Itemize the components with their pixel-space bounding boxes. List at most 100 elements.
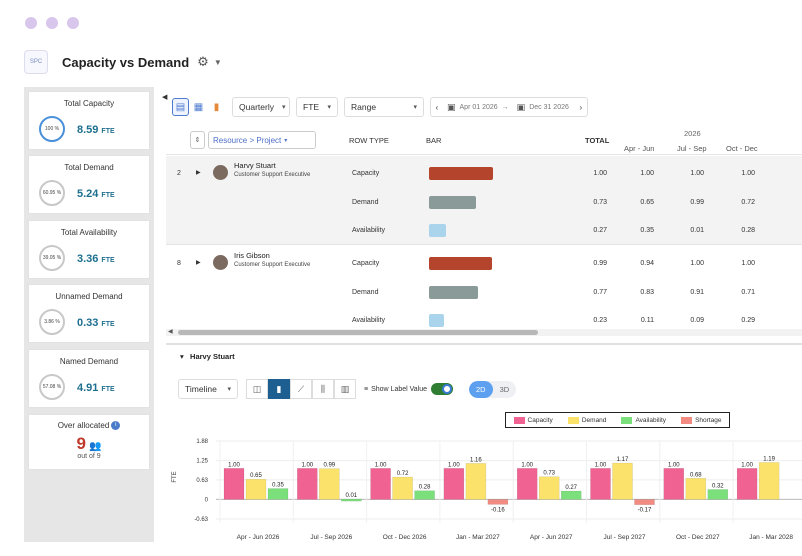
chevron-down-icon[interactable]: ▼ bbox=[214, 58, 222, 67]
gear-icon[interactable]: ⚙ bbox=[197, 54, 209, 70]
row-period-value: 0.65 bbox=[640, 199, 654, 206]
view-select[interactable]: Timeline ▾ bbox=[178, 379, 238, 399]
data-label: 0.99 bbox=[323, 463, 335, 469]
grid-view-icon[interactable]: ▦ bbox=[190, 98, 207, 116]
chart-bar bbox=[736, 468, 758, 500]
chart-bar bbox=[685, 478, 707, 500]
window-dot-minimize[interactable] bbox=[46, 17, 58, 29]
calendar-icon: ▣ bbox=[516, 101, 526, 112]
row-total: 0.99 bbox=[593, 260, 607, 267]
data-label: 1.00 bbox=[668, 462, 680, 468]
row-period-value: 0.35 bbox=[640, 227, 654, 234]
x-tick-label: Apr - Jun 2026 bbox=[237, 534, 280, 541]
table-row[interactable]: Demand 0.77 0.83 0.91 0.71 bbox=[166, 286, 802, 300]
data-label: 1.00 bbox=[741, 462, 753, 468]
scrollbar-thumb[interactable] bbox=[178, 330, 538, 335]
legend-item[interactable]: Availability bbox=[621, 416, 666, 424]
grid-toolbar: ▤ ▦ ▮ Quarterly ▾ FTE ▾ Range ▾ ‹ ▣ Apr 01 … bbox=[172, 96, 588, 118]
info-icon[interactable]: i bbox=[111, 421, 121, 431]
data-label: 0.65 bbox=[250, 473, 262, 479]
row-type: Capacity bbox=[352, 170, 380, 177]
x-tick-label: Jan - Mar 2027 bbox=[456, 534, 500, 541]
timeline-bar-chart: FTE 1.88 1.25 0.63 0 -0.63 1.00 0.65 0.35 Apr - J… bbox=[172, 439, 802, 541]
legend-item[interactable]: Capacity bbox=[513, 416, 553, 424]
date-from[interactable]: Apr 01 2026 bbox=[460, 104, 498, 111]
x-tick-label: Jan - Mar 2028 bbox=[749, 534, 793, 541]
chevron-right-icon[interactable]: › bbox=[575, 103, 587, 112]
metric-label: Total Capacity bbox=[63, 99, 115, 108]
resource-group: 2 ▶ Harvy Stuart Customer Support Execut… bbox=[166, 156, 802, 245]
area-chart-icon[interactable]: ◫ bbox=[246, 379, 268, 399]
table-row[interactable]: Capacity 0.99 0.94 1.00 1.00 bbox=[166, 257, 802, 271]
metric-value: 4.91 FTE bbox=[77, 382, 115, 394]
metric-value: 3.36 FTE bbox=[77, 253, 115, 265]
chart-legend: Capacity Demand Availability Shortage bbox=[505, 412, 730, 428]
combo-chart-icon[interactable]: ⫼ bbox=[312, 379, 334, 399]
horizontal-scrollbar[interactable]: ◀ bbox=[166, 329, 802, 336]
page-title: Capacity vs Demand bbox=[62, 54, 190, 70]
period-select[interactable]: Quarterly ▾ bbox=[232, 97, 290, 117]
unit-select[interactable]: FTE ▾ bbox=[296, 97, 338, 117]
bar-chart-icon[interactable]: ▮ bbox=[268, 379, 290, 399]
range-select[interactable]: Range ▾ bbox=[344, 97, 424, 117]
scroll-left-icon: ◀ bbox=[168, 329, 173, 335]
row-period-value: 1.00 bbox=[640, 170, 654, 177]
legend-item[interactable]: Demand bbox=[567, 416, 606, 424]
show-label-toggle[interactable]: ≡ Show Label Value bbox=[364, 383, 454, 395]
y-tick-label: 0.63 bbox=[196, 478, 208, 484]
detail-title[interactable]: ▾ Harvy Stuart bbox=[180, 352, 235, 361]
row-period-value: 1.00 bbox=[690, 260, 704, 267]
grid-header: ⇕ Resource > Project ▾ ROW TYPE BAR TOTAL… bbox=[166, 127, 802, 155]
date-range-picker[interactable]: ‹ ▣ Apr 01 2026 → ▣ Dec 31 2026 › bbox=[430, 97, 588, 117]
toggle-3d[interactable]: 3D bbox=[493, 381, 517, 398]
sort-icon[interactable]: ⇕ bbox=[190, 131, 205, 149]
line-chart-icon[interactable]: ⟋ bbox=[290, 379, 312, 399]
chart-bar bbox=[487, 499, 509, 505]
table-row[interactable]: Demand 0.73 0.65 0.99 0.72 bbox=[166, 196, 802, 210]
toggle-2d[interactable]: 2D bbox=[469, 380, 493, 398]
metric-named-demand: Named Demand 57.08 % 4.91 FTE bbox=[28, 349, 150, 408]
table-row[interactable]: Availability 0.23 0.11 0.09 0.29 bbox=[166, 314, 802, 328]
y-axis-label: FTE bbox=[172, 471, 178, 482]
data-label: 1.00 bbox=[375, 462, 387, 468]
chart-bar bbox=[245, 478, 267, 500]
chart-view-icon[interactable]: ▮ bbox=[208, 98, 225, 116]
metric-value: 5.24 FTE bbox=[77, 188, 115, 200]
table-row[interactable]: Availability 0.27 0.35 0.01 0.28 bbox=[166, 224, 802, 238]
dimension-toggle[interactable]: 2D 3D bbox=[469, 380, 517, 398]
legend-item[interactable]: Shortage bbox=[681, 416, 721, 424]
label-switch[interactable] bbox=[431, 383, 454, 395]
list-icon: ≡ bbox=[364, 385, 369, 393]
data-label: 0.32 bbox=[712, 483, 724, 489]
calendar-icon: ▣ bbox=[447, 101, 456, 112]
table-row[interactable]: Capacity 1.00 1.00 1.00 1.00 bbox=[166, 167, 802, 181]
date-to[interactable]: Dec 31 2026 bbox=[529, 104, 569, 111]
chevron-down-icon: ▾ bbox=[327, 104, 331, 111]
legend-swatch bbox=[621, 416, 633, 424]
header-year: 2026 bbox=[684, 129, 701, 138]
y-tick-label: 1.25 bbox=[196, 459, 208, 465]
collapse-panel-icon[interactable]: ◀ bbox=[162, 93, 167, 101]
window-dot-maximize[interactable] bbox=[67, 17, 79, 29]
resource-group: 8 ▶ Iris Gibson Customer Support Executi… bbox=[166, 246, 802, 335]
chevron-left-icon[interactable]: ‹ bbox=[431, 103, 443, 112]
chart-toolbar: Timeline ▾ ◫ ▮ ⟋ ⫼ ▥ ≡ Show Label Value 2… bbox=[178, 378, 517, 400]
data-label: 0.28 bbox=[419, 485, 431, 491]
window-dot-close[interactable] bbox=[25, 17, 37, 29]
row-period-value: 0.99 bbox=[690, 199, 704, 206]
row-type: Capacity bbox=[352, 260, 380, 267]
table-bar-view-icon[interactable]: ▤ bbox=[172, 98, 189, 116]
data-label: 1.16 bbox=[470, 457, 482, 463]
metric-total-demand: Total Demand 60.95 % 5.24 FTE bbox=[28, 155, 150, 214]
row-period-value: 0.09 bbox=[690, 317, 704, 324]
chevron-down-icon: ▾ bbox=[227, 386, 231, 393]
metric-total-availability: Total Availability 39.05 % 3.36 FTE bbox=[28, 220, 150, 279]
over-allocated-sub: out of 9 bbox=[77, 453, 101, 461]
chart-bar bbox=[516, 468, 538, 500]
legend-swatch bbox=[513, 416, 525, 424]
progress-ring: 57.08 % bbox=[39, 374, 65, 400]
stacked-chart-icon[interactable]: ▥ bbox=[334, 379, 356, 399]
row-period-value: 0.11 bbox=[640, 317, 654, 324]
group-by-button[interactable]: Resource > Project ▾ bbox=[208, 131, 316, 149]
row-period-value: 0.71 bbox=[741, 289, 755, 296]
